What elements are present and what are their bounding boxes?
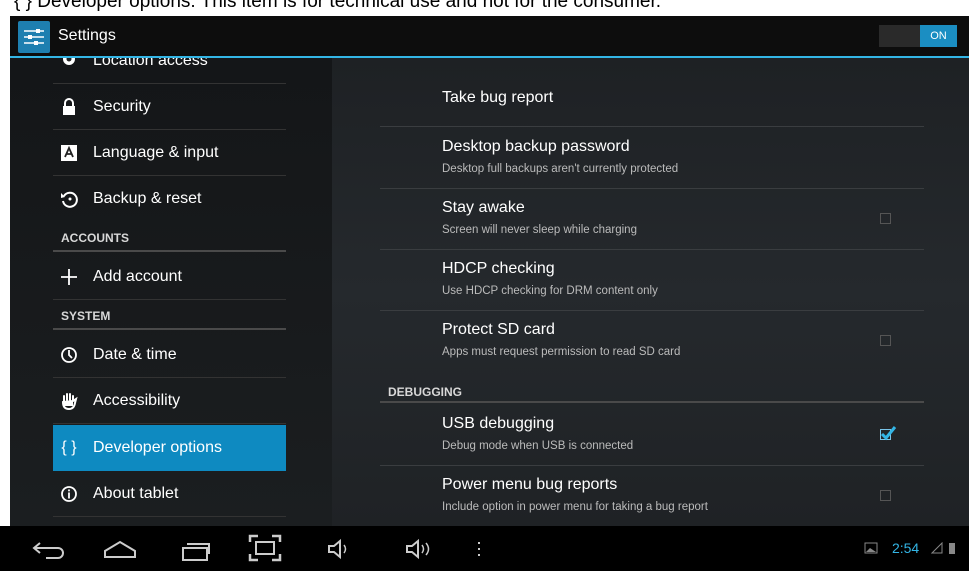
option-subtitle: Debug mode when USB is connected [442, 440, 634, 452]
app-title: Settings [58, 27, 116, 44]
sidebar-item-date-time[interactable]: Date & time [53, 332, 286, 378]
screenshot-button[interactable] [240, 526, 290, 571]
option-stay-awake[interactable]: Stay awake Screen will never sleep while… [380, 189, 924, 250]
recents-button[interactable] [165, 526, 225, 571]
clock-time: 2:54 [891, 540, 920, 556]
status-area[interactable]: 2:54 [864, 540, 955, 556]
plus-icon [59, 267, 79, 287]
section-header-system: SYSTEM [53, 302, 286, 330]
sidebar-item-accessibility[interactable]: Accessibility [53, 378, 286, 424]
sidebar-item-label: Developer options [93, 439, 222, 456]
option-title: USB debugging [442, 415, 555, 432]
option-subtitle: Desktop full backups aren't currently pr… [442, 163, 679, 175]
sidebar-item-label: Language & input [93, 144, 219, 161]
caption-text: { } Developer options: This item is for … [0, 0, 969, 16]
sidebar-item-label: Location access [93, 58, 208, 69]
option-title: Take bug report [442, 89, 554, 106]
protect-sd-card-checkbox[interactable] [880, 335, 891, 346]
power-menu-bug-reports-checkbox[interactable] [880, 490, 891, 501]
option-title: Power menu bug reports [442, 476, 618, 493]
option-title: Stay awake [442, 199, 525, 216]
option-hdcp-checking[interactable]: HDCP checking Use HDCP checking for DRM … [380, 250, 924, 311]
option-subtitle: Use HDCP checking for DRM content only [442, 285, 658, 297]
volume-up-button[interactable] [398, 526, 444, 571]
stay-awake-checkbox[interactable] [880, 213, 891, 224]
option-title: Desktop backup password [442, 138, 630, 155]
action-bar: Settings ON [10, 16, 969, 58]
usb-debugging-checkbox[interactable] [880, 426, 897, 441]
volume-down-icon [328, 538, 347, 560]
backup-icon [59, 189, 79, 209]
option-subtitle: Apps must request permission to read SD … [442, 346, 681, 358]
developer-options-toggle[interactable]: ON [879, 25, 957, 47]
recents-icon [182, 543, 210, 561]
gallery-icon [864, 542, 878, 554]
sidebar-item-label: Security [93, 98, 151, 115]
sidebar-item-add-account[interactable]: Add account [53, 254, 286, 300]
clock-icon [59, 345, 79, 365]
section-header-accounts: ACCOUNTS [53, 224, 286, 252]
option-protect-sd-card[interactable]: Protect SD card Apps must request permis… [380, 311, 924, 372]
sidebar-item-label: Accessibility [93, 392, 181, 409]
system-nav-bar: 2:54 [0, 526, 969, 571]
option-take-bug-report[interactable]: Take bug report [380, 66, 924, 127]
menu-button[interactable] [468, 526, 492, 571]
developer-options-list[interactable]: Take bug report Desktop backup password … [332, 58, 969, 526]
volume-down-button[interactable] [320, 526, 360, 571]
sidebar-item-language-input[interactable]: Language & input [53, 130, 286, 176]
sidebar-item-security[interactable]: Security [53, 84, 286, 130]
sidebar-item-label: Date & time [93, 346, 177, 363]
screenshot-icon [248, 534, 282, 562]
info-icon [59, 484, 79, 504]
sidebar-item-developer-options[interactable]: { } Developer options [53, 425, 286, 471]
sidebar-item-about-tablet[interactable]: About tablet [53, 471, 286, 517]
section-header-debugging: DEBUGGING [380, 378, 924, 403]
sidebar-item-label: About tablet [93, 485, 179, 502]
back-icon [32, 542, 64, 559]
option-usb-debugging[interactable]: USB debugging Debug mode when USB is con… [380, 405, 924, 466]
language-icon [59, 143, 79, 163]
home-icon [104, 540, 136, 558]
settings-sidebar[interactable]: Location access Security Language & inpu… [10, 58, 332, 526]
option-subtitle: Include option in power menu for taking … [442, 501, 708, 513]
battery-icon [949, 543, 955, 554]
option-subtitle: Screen will never sleep while charging [442, 224, 637, 236]
toggle-on-label: ON [920, 25, 957, 47]
location-icon [59, 58, 79, 71]
checkmark-icon [880, 426, 897, 441]
braces-icon: { } [61, 439, 77, 456]
lock-icon [59, 97, 79, 117]
hand-icon [59, 391, 79, 411]
sidebar-item-location-access[interactable]: Location access [53, 58, 286, 84]
option-power-menu-bug-reports[interactable]: Power menu bug reports Include option in… [380, 466, 924, 526]
menu-icon [478, 542, 480, 556]
volume-up-icon [406, 538, 430, 560]
settings-icon[interactable] [18, 21, 50, 53]
sidebar-item-backup-reset[interactable]: Backup & reset [53, 176, 286, 222]
option-desktop-backup-password[interactable]: Desktop backup password Desktop full bac… [380, 128, 924, 189]
signal-icon [930, 541, 943, 554]
home-button[interactable] [90, 526, 150, 571]
back-button[interactable] [20, 526, 80, 571]
settings-content: Location access Security Language & inpu… [10, 58, 969, 526]
option-title: HDCP checking [442, 260, 555, 277]
option-title: Protect SD card [442, 321, 555, 338]
sidebar-item-label: Add account [93, 268, 182, 285]
sidebar-item-label: Backup & reset [93, 190, 202, 207]
